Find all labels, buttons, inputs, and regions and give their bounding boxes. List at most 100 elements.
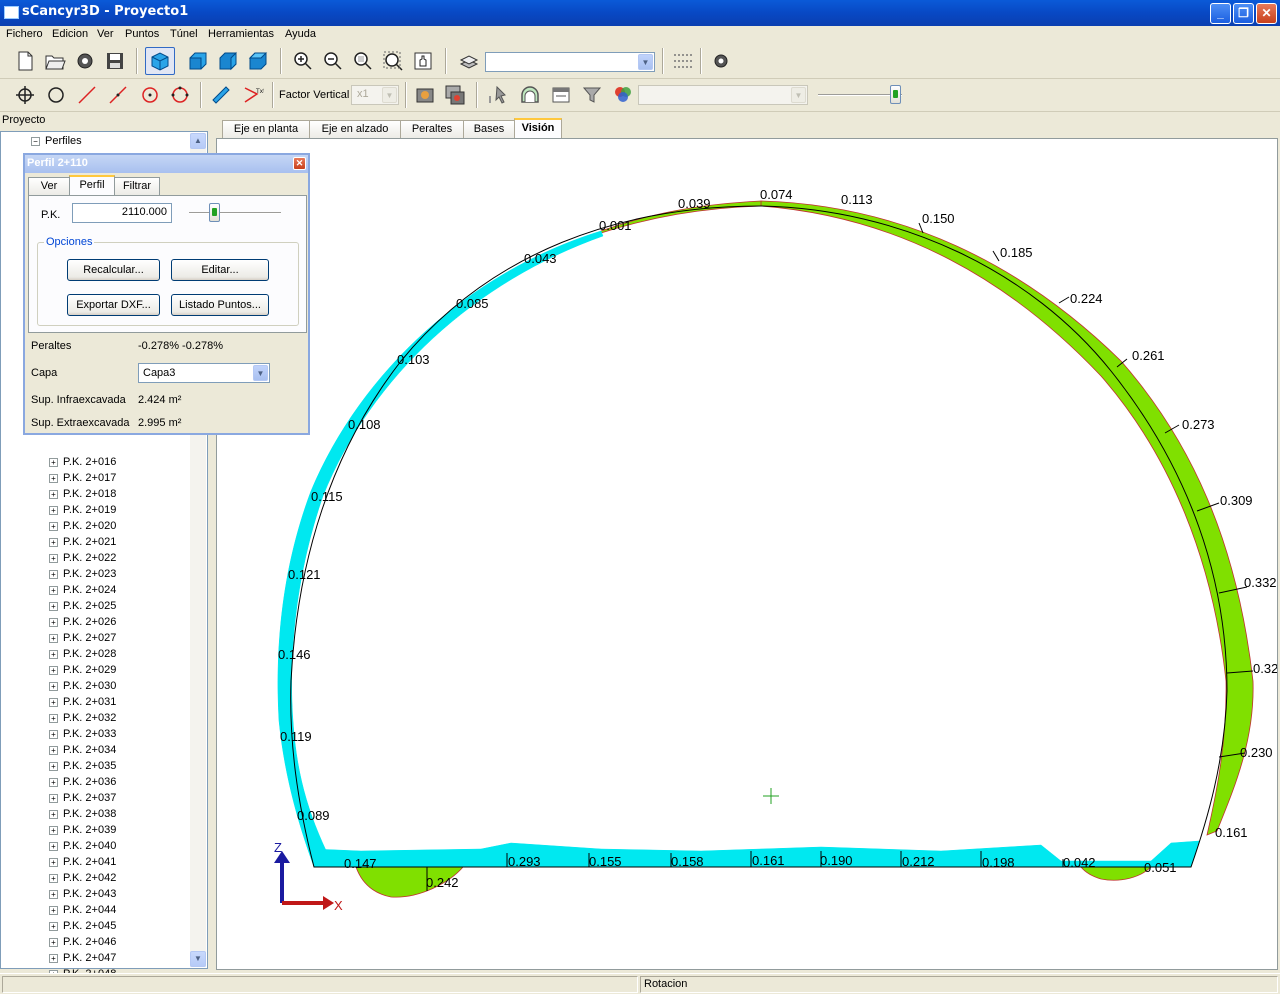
expand-icon[interactable]: + <box>49 745 58 755</box>
expand-icon[interactable]: + <box>49 841 58 851</box>
dialog-tab-perfil[interactable]: Perfil <box>69 175 115 196</box>
menu-tunel[interactable]: Túnel <box>170 28 198 40</box>
scroll-down-icon[interactable]: ▼ <box>190 951 206 967</box>
tree-item-pk[interactable]: + P.K. 2+019 <box>49 504 116 516</box>
color-palette-icon[interactable] <box>610 82 636 108</box>
expand-icon[interactable]: + <box>49 825 58 835</box>
options-gear-icon[interactable] <box>708 48 734 74</box>
expand-icon[interactable]: + <box>49 649 58 659</box>
line-red-icon[interactable] <box>74 82 100 108</box>
menu-edicion[interactable]: Edicion <box>52 28 88 40</box>
chevron-down-icon[interactable]: ▼ <box>791 87 806 103</box>
expand-icon[interactable]: + <box>49 569 58 579</box>
expand-icon[interactable]: + <box>49 921 58 931</box>
exportar-dxf-button[interactable]: Exportar DXF... <box>67 294 160 316</box>
menu-fichero[interactable]: Fichero <box>6 28 43 40</box>
tab-eje-en-alzado[interactable]: Eje en alzado <box>309 120 401 138</box>
open-folder-icon[interactable] <box>42 48 68 74</box>
expand-icon[interactable]: + <box>49 857 58 867</box>
tree-item-pk[interactable]: + P.K. 2+038 <box>49 808 116 820</box>
expand-icon[interactable]: + <box>49 761 58 771</box>
expand-icon[interactable]: + <box>49 505 58 515</box>
expand-icon[interactable]: + <box>49 713 58 723</box>
view-3d-cube-icon[interactable] <box>145 47 175 75</box>
expand-icon[interactable]: + <box>49 537 58 547</box>
tree-item-pk[interactable]: + P.K. 2+025 <box>49 600 116 612</box>
expand-icon[interactable]: + <box>49 873 58 883</box>
tree-item-pk[interactable]: + P.K. 2+027 <box>49 632 116 644</box>
dialog-title-bar[interactable]: Perfil 2+110 ✕ <box>25 155 308 173</box>
pk-slider-thumb[interactable] <box>209 203 220 222</box>
menu-ayuda[interactable]: Ayuda <box>285 28 316 40</box>
chevron-down-icon[interactable]: ▼ <box>253 365 268 381</box>
expand-icon[interactable]: + <box>49 681 58 691</box>
minimize-button[interactable]: _ <box>1210 3 1231 24</box>
tree-item-pk[interactable]: + P.K. 2+035 <box>49 760 116 772</box>
listado-puntos-button[interactable]: Listado Puntos... <box>171 294 269 316</box>
zoom-in-icon[interactable] <box>290 48 316 74</box>
tree-item-pk[interactable]: + P.K. 2+020 <box>49 520 116 532</box>
filter-funnel-icon[interactable] <box>579 82 605 108</box>
tree-item-pk[interactable]: + P.K. 2+028 <box>49 648 116 660</box>
expand-icon[interactable]: + <box>49 601 58 611</box>
tree-root-perfiles[interactable]: − Perfiles <box>31 135 82 147</box>
tree-item-pk[interactable]: + P.K. 2+033 <box>49 728 116 740</box>
tree-item-pk[interactable]: + P.K. 2+040 <box>49 840 116 852</box>
chevron-down-icon[interactable]: ▼ <box>382 87 397 103</box>
tree-item-pk[interactable]: + P.K. 2+024 <box>49 584 116 596</box>
tree-item-pk[interactable]: + P.K. 2+039 <box>49 824 116 836</box>
layers-icon[interactable] <box>456 48 482 74</box>
view-side-cube-icon[interactable] <box>215 48 241 74</box>
tree-item-pk[interactable]: + P.K. 2+029 <box>49 664 116 676</box>
tree-item-pk[interactable]: + P.K. 2+018 <box>49 488 116 500</box>
tab-peraltes[interactable]: Peraltes <box>400 120 464 138</box>
menu-puntos[interactable]: Puntos <box>125 28 159 40</box>
restore-button[interactable]: ❐ <box>1233 3 1254 24</box>
tab-vision[interactable]: Visión <box>514 118 562 139</box>
dialog-close-icon[interactable]: ✕ <box>293 157 306 170</box>
dialog-tab-ver[interactable]: Ver <box>28 177 70 195</box>
expand-icon[interactable]: + <box>49 521 58 531</box>
tree-item-pk[interactable]: + P.K. 2+032 <box>49 712 116 724</box>
view-top-cube-icon[interactable] <box>245 48 271 74</box>
view-front-cube-icon[interactable] <box>185 48 211 74</box>
layer-combo[interactable]: ▼ <box>485 52 655 72</box>
tree-item-pk[interactable]: + P.K. 2+026 <box>49 616 116 628</box>
tab-bases[interactable]: Bases <box>463 120 515 138</box>
zoom-out-icon[interactable] <box>320 48 346 74</box>
dialog-tab-filtrar[interactable]: Filtrar <box>114 177 160 195</box>
new-file-icon[interactable] <box>12 48 38 74</box>
tree-item-pk[interactable]: + P.K. 2+036 <box>49 776 116 788</box>
collapse-icon[interactable]: − <box>31 136 40 146</box>
tree-item-pk[interactable]: + P.K. 2+043 <box>49 888 116 900</box>
expand-icon[interactable]: + <box>49 665 58 675</box>
tree-item-pk[interactable]: + P.K. 2+047 <box>49 952 116 964</box>
expand-icon[interactable]: + <box>49 697 58 707</box>
tree-item-pk[interactable]: + P.K. 2+042 <box>49 872 116 884</box>
tree-item-pk[interactable]: + P.K. 2+030 <box>49 680 116 692</box>
crosshair-point-icon[interactable] <box>12 82 38 108</box>
tab-eje-en-planta[interactable]: Eje en planta <box>222 120 310 138</box>
tunnel-profile-drawing[interactable]: 0.001 0.039 0.074 0.113 0.150 0.185 0.224 0.261… <box>217 139 1278 970</box>
recalcular-button[interactable]: Recalcular... <box>67 259 160 281</box>
expand-icon[interactable]: + <box>49 809 58 819</box>
editar-button[interactable]: Editar... <box>171 259 269 281</box>
line-segment-icon[interactable] <box>105 82 131 108</box>
expand-icon[interactable]: + <box>49 905 58 915</box>
expand-icon[interactable]: + <box>49 553 58 563</box>
tree-item-pk[interactable]: + P.K. 2+045 <box>49 920 116 932</box>
tree-item-pk[interactable]: + P.K. 2+046 <box>49 936 116 948</box>
menu-herramientas[interactable]: Herramientas <box>208 28 274 40</box>
pk-input[interactable]: 2110.000 <box>72 203 172 223</box>
circle-icon[interactable] <box>43 82 69 108</box>
select-pointer-icon[interactable] <box>485 82 511 108</box>
tree-item-pk[interactable]: + P.K. 2+021 <box>49 536 116 548</box>
grid-dots-icon[interactable] <box>670 48 696 74</box>
circle-three-points-icon[interactable] <box>167 82 193 108</box>
expand-icon[interactable]: + <box>49 953 58 963</box>
expand-icon[interactable]: + <box>49 633 58 643</box>
tree-item-pk[interactable]: + P.K. 2+034 <box>49 744 116 756</box>
expand-icon[interactable]: + <box>49 777 58 787</box>
tree-item-pk[interactable]: + P.K. 2+031 <box>49 696 116 708</box>
expand-icon[interactable]: + <box>49 729 58 739</box>
